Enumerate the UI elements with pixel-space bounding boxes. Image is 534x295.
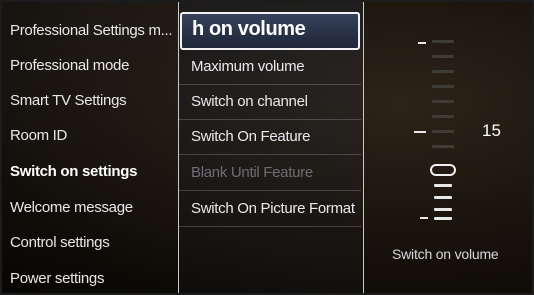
slider-tick-filled <box>434 184 452 187</box>
menu-item-professional-mode[interactable]: Professional mode <box>10 49 176 83</box>
menu-item-professional-settings[interactable]: Professional Settings m... <box>10 14 176 48</box>
volume-panel: 15 Switch on volume <box>362 0 534 295</box>
menu-item-control-settings[interactable]: Control settings <box>10 226 176 260</box>
sub-item-maximum-volume[interactable]: Maximum volume <box>191 50 359 84</box>
divider <box>179 226 361 227</box>
slider-marker-bottom <box>420 217 428 219</box>
slider-marker-mid <box>414 131 426 133</box>
slider-tick <box>432 130 454 133</box>
menu-item-switch-on-settings[interactable]: Switch on settings <box>10 155 176 189</box>
slider-tick <box>432 85 454 88</box>
sub-item-switch-on-picture-format[interactable]: Switch On Picture Format <box>191 192 359 226</box>
divider <box>179 190 361 191</box>
selected-sub-item-switch-on-volume[interactable]: h on volume <box>180 12 360 50</box>
slider-tick <box>432 70 454 73</box>
selected-sub-item-label: h on volume <box>192 18 306 40</box>
menu-item-power-settings[interactable]: Power settings <box>10 262 176 295</box>
slider-thumb[interactable] <box>430 164 456 176</box>
menu-item-smart-tv-settings[interactable]: Smart TV Settings <box>10 84 176 118</box>
sub-item-switch-on-channel[interactable]: Switch on channel <box>191 85 359 119</box>
tv-menu-screen: Professional Settings m... Professional … <box>0 0 534 295</box>
sub-item-switch-on-feature[interactable]: Switch On Feature <box>191 120 359 154</box>
sub-item-blank-until-feature: Blank Until Feature <box>191 164 313 181</box>
slider-tick <box>432 145 454 148</box>
divider <box>179 154 361 155</box>
volume-value: 15 <box>482 121 501 140</box>
volume-caption: Switch on volume <box>392 246 499 262</box>
slider-tick-filled <box>434 208 452 211</box>
slider-tick <box>432 55 454 58</box>
slider-tick <box>432 115 454 118</box>
slider-tick-filled <box>434 217 452 220</box>
volume-slider[interactable] <box>404 18 474 228</box>
menu-item-welcome-message[interactable]: Welcome message <box>10 191 176 225</box>
slider-tick <box>432 40 454 43</box>
menu-item-room-id[interactable]: Room ID <box>10 119 176 153</box>
slider-tick-filled <box>434 196 452 199</box>
left-menu: Professional Settings m... Professional … <box>0 0 178 295</box>
slider-marker-top <box>418 42 426 44</box>
slider-tick <box>432 100 454 103</box>
